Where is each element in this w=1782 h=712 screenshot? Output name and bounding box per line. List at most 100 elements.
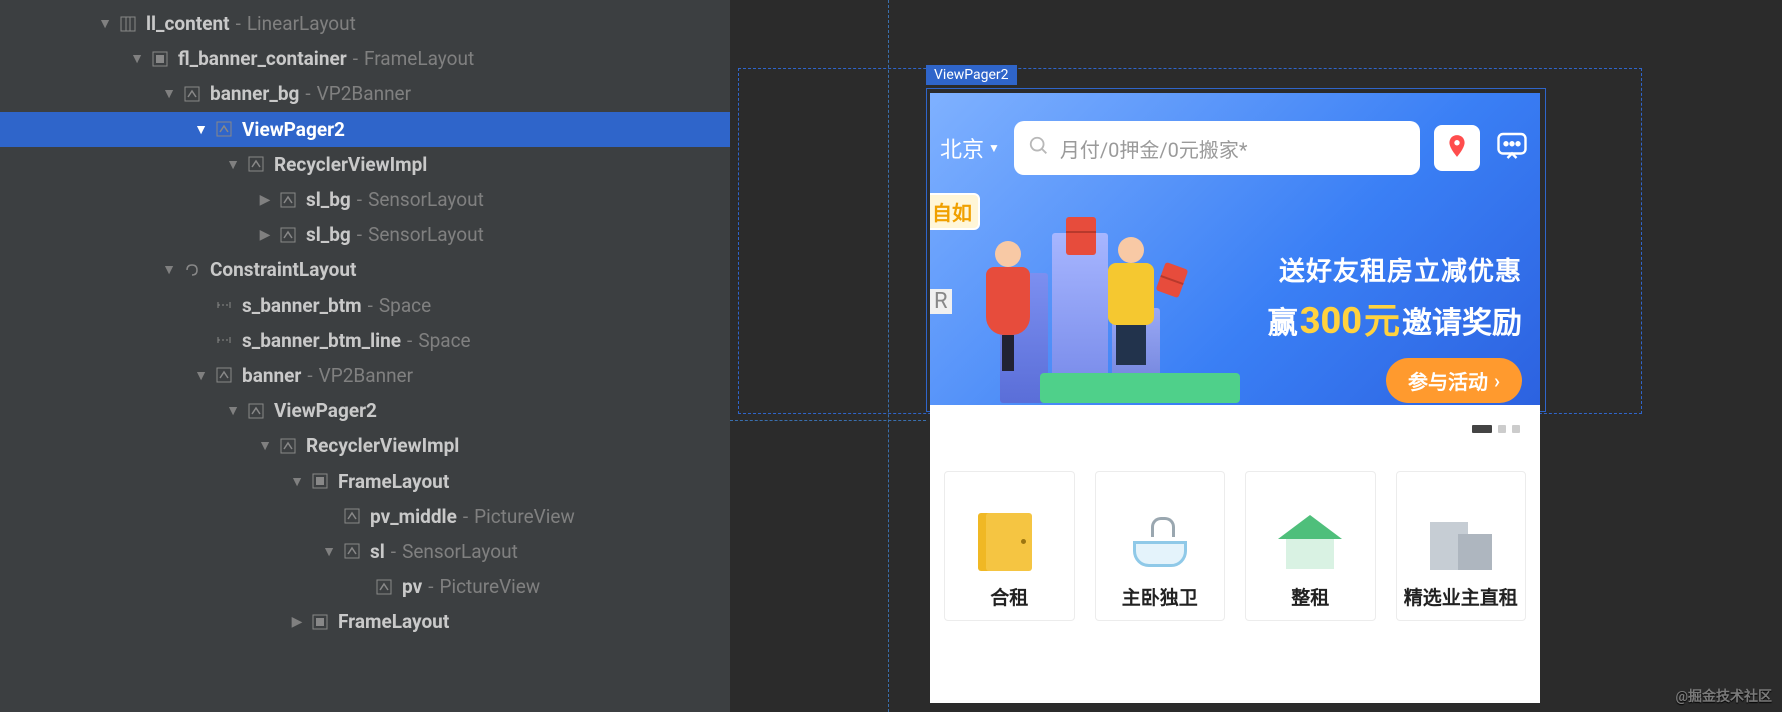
category-tiles: 合租 主卧独卫 整租 精选业主直租 — [944, 471, 1526, 621]
chevron-right-icon[interactable]: ▶ — [256, 227, 274, 243]
chevron-right-icon[interactable]: ▶ — [256, 192, 274, 208]
view-type-icon — [214, 295, 234, 315]
tree-row[interactable]: ▼RecyclerViewImpl — [0, 147, 730, 182]
node-id: ll_content — [146, 12, 230, 35]
city-label: 北京 — [940, 132, 984, 164]
view-type-icon — [182, 84, 202, 104]
tree-row[interactable]: ▼FrameLayout — [0, 463, 730, 498]
preview-pane[interactable]: ViewPager2 北京 ▼ 月付/0押金/0元搬家* — [730, 0, 1782, 712]
view-type-icon — [310, 612, 330, 632]
door-icon — [986, 513, 1032, 571]
chevron-right-icon[interactable]: ▶ — [288, 614, 306, 630]
search-icon — [1028, 135, 1050, 161]
view-type-icon — [118, 14, 138, 34]
search-box[interactable]: 月付/0押金/0元搬家* — [1014, 121, 1420, 175]
chevron-down-icon[interactable]: ▼ — [96, 15, 114, 32]
chevron-down-icon: ▼ — [988, 141, 1000, 155]
node-id: sl_bg — [306, 188, 351, 211]
node-type: VP2Banner — [317, 82, 411, 105]
watermark: @掘金技术社区 — [1675, 686, 1772, 706]
promo-line2: 赢 300 元 邀请奖励 — [1268, 292, 1522, 344]
chevron-down-icon[interactable]: ▼ — [160, 261, 178, 278]
chevron-down-icon[interactable]: ▼ — [288, 473, 306, 490]
tree-row[interactable]: pv - PictureView — [0, 569, 730, 604]
tile-hezu[interactable]: 合租 — [944, 471, 1075, 621]
tile-zhuwo[interactable]: 主卧独卫 — [1095, 471, 1226, 621]
tree-row[interactable]: ▼ RecyclerViewImpl — [0, 428, 730, 463]
tree-row[interactable]: s_banner_btm_line - Space — [0, 323, 730, 358]
house-icon — [1278, 515, 1342, 569]
promo-line1: 送好友租房立减优惠 — [1268, 251, 1522, 288]
layout-tree[interactable]: ▼ll_content - LinearLayout▼fl_banner_con… — [0, 0, 730, 712]
view-type-icon — [246, 154, 266, 174]
node-id: s_banner_btm_line — [242, 329, 401, 352]
view-type-icon — [342, 541, 362, 561]
view-type-icon — [214, 330, 234, 350]
node-id: fl_banner_container — [178, 47, 347, 70]
chevron-down-icon[interactable]: ▼ — [128, 50, 146, 67]
location-button[interactable] — [1434, 125, 1480, 171]
chat-icon[interactable] — [1494, 128, 1530, 168]
node-id: banner — [242, 364, 301, 387]
tree-row[interactable]: ▶sl_bg - SensorLayout — [0, 182, 730, 217]
map-pin-icon — [1444, 133, 1470, 163]
tree-row[interactable]: ▼ ViewPager2 — [0, 112, 730, 147]
chevron-down-icon[interactable]: ▼ — [192, 367, 210, 384]
banner-area: 北京 ▼ 月付/0押金/0元搬家* — [930, 93, 1540, 405]
node-id: pv_middle — [370, 505, 457, 528]
chevron-down-icon[interactable]: ▼ — [256, 437, 274, 454]
node-type: PictureView — [439, 575, 540, 598]
guide-horizontal — [730, 420, 926, 421]
brand-chip: 自如 — [930, 193, 980, 230]
view-type-icon — [214, 365, 234, 385]
node-id: banner_bg — [210, 82, 299, 105]
pager-indicator — [1472, 425, 1520, 433]
node-type: LinearLayout — [247, 12, 356, 35]
node-type: Space — [418, 329, 470, 352]
node-type: PictureView — [474, 505, 575, 528]
chevron-down-icon[interactable]: ▼ — [160, 85, 178, 102]
node-id: sl_bg — [306, 223, 351, 246]
node-type: ConstraintLayout — [210, 258, 356, 281]
chevron-down-icon[interactable]: ▼ — [224, 402, 242, 419]
tile-zhengzu[interactable]: 整租 — [1245, 471, 1376, 621]
node-type: VP2Banner — [319, 364, 413, 387]
tree-row[interactable]: ▼ll_content - LinearLayout — [0, 6, 730, 41]
tree-row[interactable]: ▼sl - SensorLayout — [0, 534, 730, 569]
tree-row[interactable]: ▼banner - VP2Banner — [0, 358, 730, 393]
tree-row[interactable]: ▶sl_bg - SensorLayout — [0, 217, 730, 252]
node-type: ViewPager2 — [242, 118, 345, 141]
tree-row[interactable]: s_banner_btm - Space — [0, 288, 730, 323]
promo-text: 送好友租房立减优惠 赢 300 元 邀请奖励 参与活动 › — [1268, 251, 1522, 403]
city-picker[interactable]: 北京 ▼ — [940, 132, 1000, 164]
top-bar: 北京 ▼ 月付/0押金/0元搬家* — [940, 121, 1530, 175]
node-type: SensorLayout — [368, 188, 484, 211]
node-id: sl — [370, 540, 385, 563]
node-type: SensorLayout — [368, 223, 484, 246]
view-type-icon — [150, 49, 170, 69]
node-id: pv — [402, 575, 422, 598]
view-type-icon — [214, 119, 234, 139]
view-type-icon — [374, 577, 394, 597]
node-type: FrameLayout — [364, 47, 474, 70]
tile-jingxuan[interactable]: 精选业主直租 — [1396, 471, 1527, 621]
tree-row[interactable]: ▼ViewPager2 — [0, 393, 730, 428]
red-envelope-icon — [1066, 217, 1096, 255]
chevron-down-icon[interactable]: ▼ — [224, 156, 242, 173]
tree-row[interactable]: ▶ FrameLayout — [0, 604, 730, 639]
preview-canvas: ViewPager2 北京 ▼ 月付/0押金/0元搬家* — [730, 0, 1782, 712]
tree-row[interactable]: ▼ ConstraintLayout — [0, 252, 730, 287]
tree-row[interactable]: pv_middle - PictureView — [0, 499, 730, 534]
node-type: RecyclerViewImpl — [306, 434, 459, 457]
view-type-icon — [182, 260, 202, 280]
view-type-icon — [278, 436, 298, 456]
view-type-icon — [246, 401, 266, 421]
chevron-down-icon[interactable]: ▼ — [192, 121, 210, 138]
node-type: FrameLayout — [338, 610, 449, 633]
cta-button[interactable]: 参与活动 › — [1386, 358, 1522, 403]
tree-row[interactable]: ▼banner_bg - VP2Banner — [0, 76, 730, 111]
tree-row[interactable]: ▼fl_banner_container - FrameLayout — [0, 41, 730, 76]
sink-icon — [1125, 517, 1195, 567]
chevron-down-icon[interactable]: ▼ — [320, 543, 338, 560]
node-type: Space — [379, 294, 431, 317]
